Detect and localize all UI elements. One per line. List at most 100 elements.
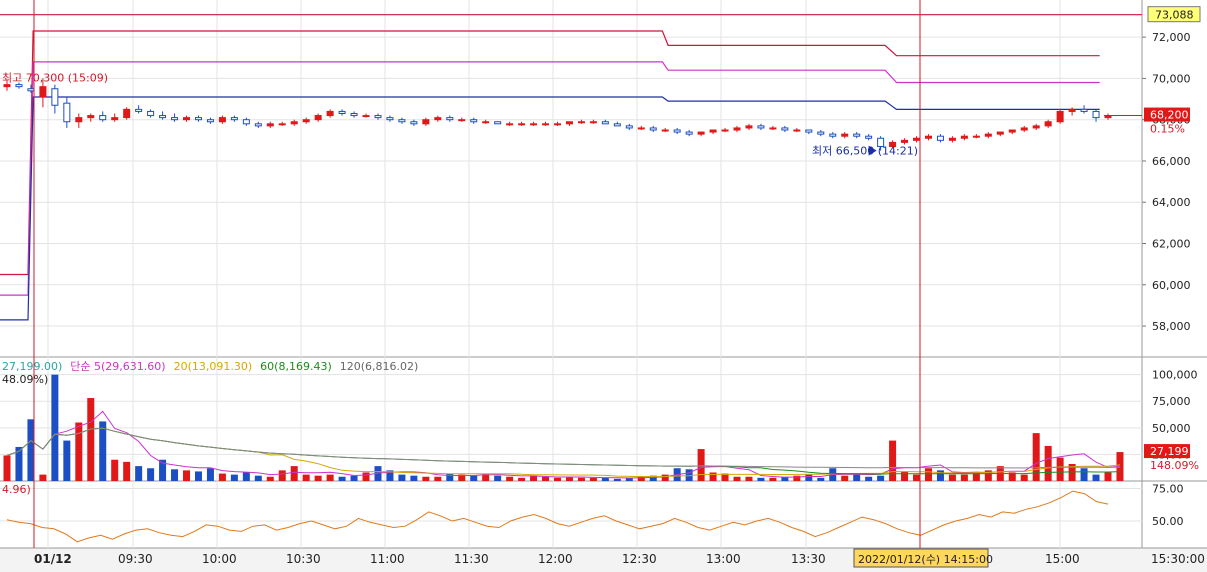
candle-body[interactable]	[183, 117, 191, 121]
candle-body[interactable]	[362, 115, 370, 118]
volume-bar[interactable]	[123, 461, 131, 481]
candle-body[interactable]	[1080, 108, 1088, 112]
volume-bar[interactable]	[27, 419, 35, 481]
volume-bar[interactable]	[805, 474, 813, 481]
candle-body[interactable]	[829, 133, 837, 137]
volume-bar[interactable]	[147, 468, 155, 481]
candle-body[interactable]	[302, 119, 310, 123]
volume-bar[interactable]	[434, 476, 442, 481]
candle-body[interactable]	[1032, 125, 1040, 129]
candle-body[interactable]	[518, 123, 526, 126]
volume-bar[interactable]	[326, 474, 334, 481]
candle-body[interactable]	[1056, 110, 1064, 123]
candle-body[interactable]	[673, 129, 681, 133]
candle-body[interactable]	[913, 137, 921, 141]
candle-body[interactable]	[374, 115, 382, 119]
volume-bar[interactable]	[206, 468, 214, 481]
volume-bar[interactable]	[1056, 457, 1064, 481]
candle-body[interactable]	[242, 119, 250, 125]
candle-body[interactable]	[865, 135, 873, 139]
volume-bar[interactable]	[242, 472, 250, 481]
volume-bar[interactable]	[39, 474, 47, 481]
candle-body[interactable]	[984, 133, 992, 137]
candle-body[interactable]	[458, 119, 466, 122]
volume-bar[interactable]	[1104, 472, 1112, 481]
volume-bar[interactable]	[697, 449, 705, 481]
candle-body[interactable]	[625, 125, 633, 129]
volume-bar[interactable]	[733, 476, 741, 481]
candle-body[interactable]	[769, 127, 777, 130]
candle-body[interactable]	[338, 110, 346, 114]
volume-bar[interactable]	[422, 476, 430, 481]
candle-body[interactable]	[194, 117, 202, 121]
candle-body[interactable]	[745, 125, 753, 129]
volume-bar[interactable]	[601, 477, 609, 481]
volume-bar[interactable]	[494, 475, 502, 481]
volume-bar[interactable]	[302, 474, 310, 481]
candle-body[interactable]	[51, 88, 59, 106]
candle-body[interactable]	[278, 123, 286, 126]
volume-bar[interactable]	[314, 475, 322, 481]
candle-body[interactable]	[613, 123, 621, 127]
volume-bar[interactable]	[853, 474, 861, 481]
candle-body[interactable]	[721, 129, 729, 132]
candle-body[interactable]	[87, 115, 95, 119]
volume-bar[interactable]	[913, 474, 921, 481]
candle-body[interactable]	[805, 129, 813, 133]
candle-body[interactable]	[637, 127, 645, 130]
candle-body[interactable]	[1068, 108, 1076, 112]
candle-body[interactable]	[230, 117, 238, 121]
candle-body[interactable]	[159, 115, 167, 119]
candle-body[interactable]	[936, 135, 944, 141]
stock-chart[interactable]: 72,00070,00068,00066,00064,00062,00060,0…	[0, 0, 1207, 572]
candle-body[interactable]	[542, 123, 550, 126]
volume-bar[interactable]	[338, 476, 346, 481]
candle-body[interactable]	[841, 133, 849, 137]
volume-bar[interactable]	[278, 470, 286, 481]
candle-body[interactable]	[506, 123, 514, 126]
candle-body[interactable]	[757, 125, 765, 129]
volume-bar[interactable]	[51, 374, 59, 481]
candle-body[interactable]	[254, 123, 262, 127]
volume-bar[interactable]	[948, 474, 956, 481]
volume-bar[interactable]	[194, 471, 202, 481]
candle-body[interactable]	[901, 139, 909, 143]
candle-body[interactable]	[206, 119, 214, 123]
candle-body[interactable]	[601, 121, 609, 125]
volume-bar[interactable]	[518, 477, 526, 481]
volume-bar[interactable]	[661, 474, 669, 481]
candle-body[interactable]	[410, 121, 418, 125]
volume-bar[interactable]	[506, 476, 514, 481]
volume-bar[interactable]	[446, 473, 454, 481]
candle-body[interactable]	[135, 108, 143, 112]
candle-body[interactable]	[494, 121, 502, 125]
volume-bar[interactable]	[901, 471, 909, 481]
candle-body[interactable]	[817, 131, 825, 135]
candle-body[interactable]	[63, 102, 71, 123]
volume-bar[interactable]	[183, 470, 191, 481]
volume-bar[interactable]	[554, 477, 561, 481]
candle-body[interactable]	[1008, 129, 1016, 133]
volume-bar[interactable]	[63, 440, 71, 481]
volume-bar[interactable]	[350, 475, 358, 481]
candle-body[interactable]	[398, 119, 406, 123]
candle-body[interactable]	[422, 119, 430, 125]
volume-bar[interactable]	[3, 455, 11, 481]
candle-body[interactable]	[554, 123, 561, 126]
candle-body[interactable]	[733, 127, 741, 131]
volume-bar[interactable]	[542, 476, 550, 481]
volume-bar[interactable]	[709, 472, 717, 481]
volume-bar[interactable]	[398, 474, 406, 481]
volume-bar[interactable]	[87, 398, 95, 481]
volume-bar[interactable]	[1020, 474, 1028, 481]
volume-bar[interactable]	[230, 474, 238, 481]
volume-bar[interactable]	[613, 478, 621, 481]
candle-body[interactable]	[697, 131, 705, 135]
volume-bar[interactable]	[254, 475, 262, 481]
volume-bar[interactable]	[470, 475, 478, 481]
candle-body[interactable]	[960, 135, 968, 139]
candle-body[interactable]	[434, 117, 442, 121]
volume-bar[interactable]	[589, 477, 597, 481]
volume-bar[interactable]	[1032, 433, 1040, 481]
candle-body[interactable]	[589, 121, 597, 124]
